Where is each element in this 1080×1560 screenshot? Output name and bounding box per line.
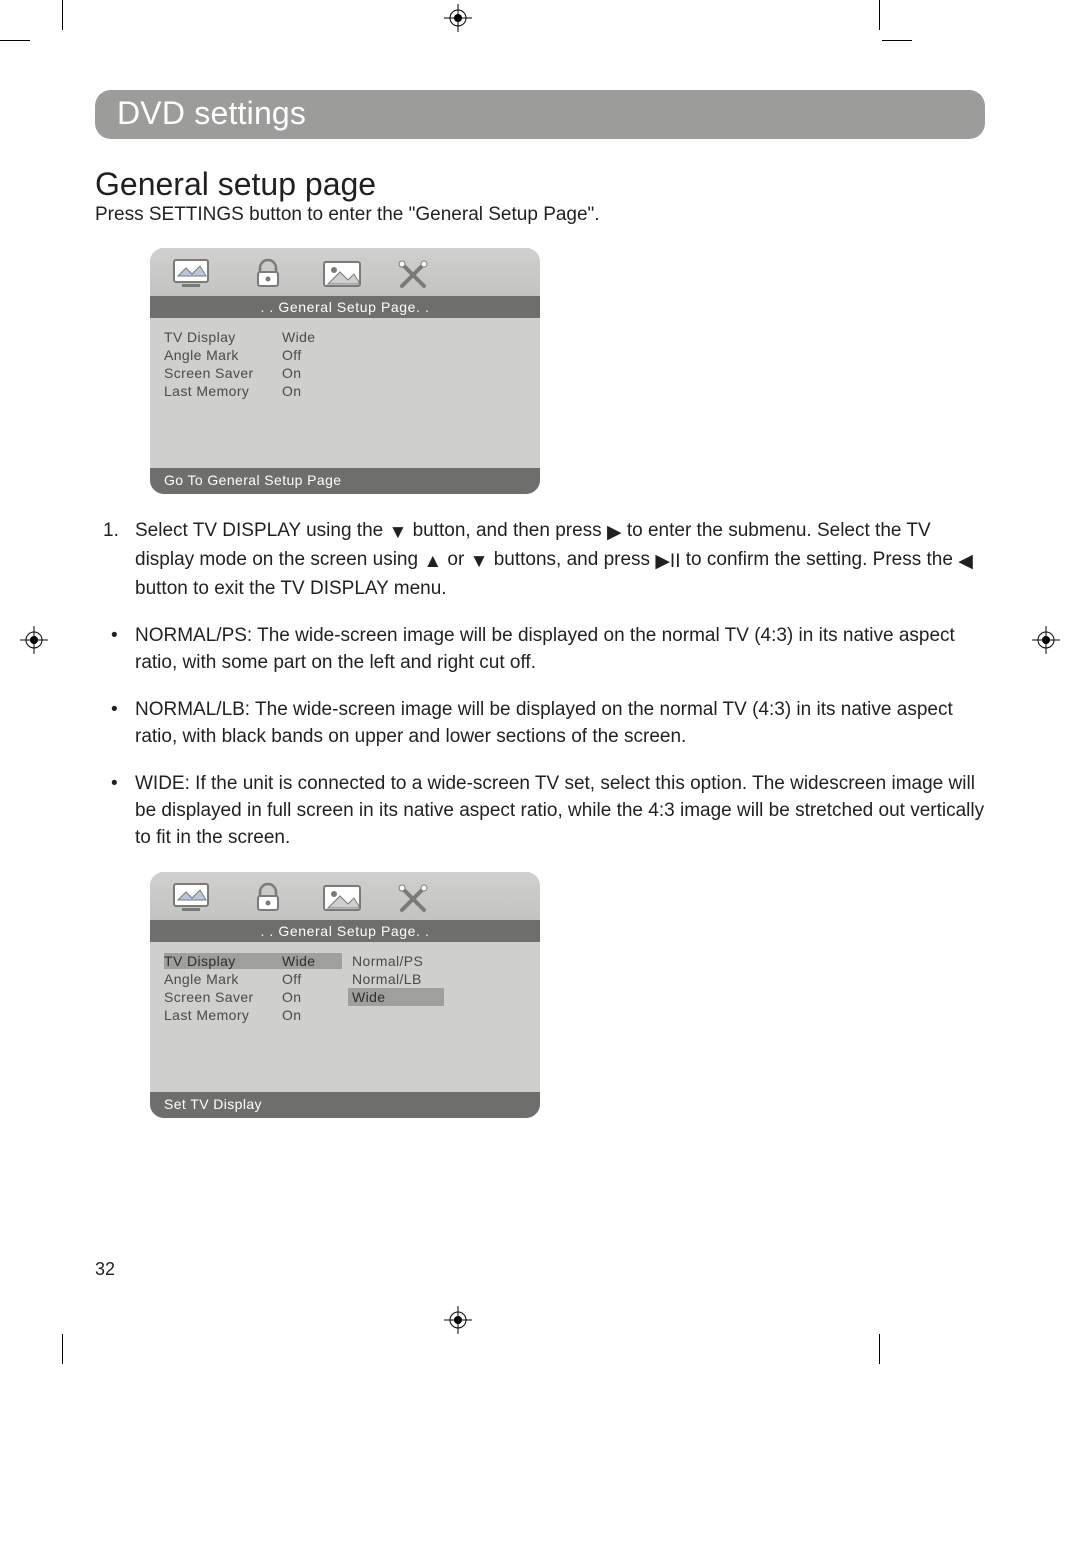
intro-text: Press SETTINGS button to enter the "Gene…: [95, 204, 985, 226]
registration-mark-right: [1032, 626, 1060, 654]
osd-option: Normal/LB: [348, 970, 444, 988]
bullet-list: • NORMAL/PS: The wide-screen image will …: [95, 623, 985, 852]
osd-row: TV DisplayWide: [164, 328, 526, 346]
registration-mark-top: [444, 4, 472, 32]
up-triangle-icon: ▲: [423, 549, 442, 576]
osd-tab-icons: [150, 872, 540, 920]
osd-option-selected: Wide: [348, 988, 444, 1006]
list-item: 1. Select TV DISPLAY using the ▼ button,…: [95, 518, 985, 603]
section-banner: DVD settings: [95, 90, 985, 139]
osd-row-selected: TV DisplayWide: [164, 952, 342, 970]
crop-mark: [879, 1334, 880, 1364]
subsection-title: General setup page: [95, 167, 985, 202]
left-triangle-icon: ◀: [958, 549, 973, 576]
bullet-text: NORMAL/LB: The wide-screen image will be…: [135, 697, 985, 751]
picture-icon: [320, 256, 364, 290]
bullet-item: • NORMAL/PS: The wide-screen image will …: [95, 623, 985, 677]
bullet-item: • NORMAL/LB: The wide-screen image will …: [95, 697, 985, 751]
tools-icon: [394, 880, 438, 914]
instruction-list: 1. Select TV DISPLAY using the ▼ button,…: [95, 518, 985, 603]
osd-title-bar: . . General Setup Page. .: [150, 920, 540, 942]
list-text: Select TV DISPLAY using the ▼ button, an…: [135, 518, 985, 603]
bullet-item: • WIDE: If the unit is connected to a wi…: [95, 771, 985, 852]
bullet-dot: •: [95, 697, 135, 751]
osd-footer: Set TV Display: [150, 1092, 540, 1118]
osd-row: Angle MarkOff: [164, 970, 342, 988]
lock-icon: [246, 256, 290, 290]
bullet-text: WIDE: If the unit is connected to a wide…: [135, 771, 985, 852]
list-number: 1.: [95, 518, 135, 603]
osd-row: Angle MarkOff: [164, 346, 526, 364]
osd-tab-icons: [150, 248, 540, 296]
osd-menu-screenshot: . . General Setup Page. . TV DisplayWide…: [150, 248, 540, 494]
right-triangle-icon: ▶: [607, 520, 622, 547]
osd-row: Screen SaverOn: [164, 988, 342, 1006]
osd-footer: Go To General Setup Page: [150, 468, 540, 494]
crop-mark: [62, 0, 63, 30]
osd-body: TV DisplayWide Angle MarkOff Screen Save…: [150, 942, 540, 1092]
down-triangle-icon: ▼: [470, 549, 489, 576]
bullet-dot: •: [95, 623, 135, 677]
osd-body: TV DisplayWide Angle MarkOff Screen Save…: [150, 318, 540, 468]
osd-row: Last MemoryOn: [164, 1006, 342, 1024]
crop-mark: [62, 1334, 63, 1364]
monitor-icon: [172, 880, 216, 914]
osd-row: Screen SaverOn: [164, 364, 526, 382]
down-triangle-icon: ▼: [388, 520, 407, 547]
tools-icon: [394, 256, 438, 290]
monitor-icon: [172, 256, 216, 290]
osd-title-bar: . . General Setup Page. .: [150, 296, 540, 318]
registration-mark-left: [20, 626, 48, 654]
picture-icon: [320, 880, 364, 914]
osd-submenu: Normal/PS Normal/LB Wide: [348, 952, 444, 1082]
registration-mark-bottom: [444, 1306, 472, 1334]
crop-mark: [0, 40, 30, 41]
crop-mark: [882, 40, 912, 41]
bullet-dot: •: [95, 771, 135, 852]
osd-row: Last MemoryOn: [164, 382, 526, 400]
page-number: 32: [95, 1259, 115, 1280]
osd-menu-screenshot: . . General Setup Page. . TV DisplayWide…: [150, 872, 540, 1118]
page-content: DVD settings General setup page Press SE…: [95, 90, 985, 1300]
play-pause-icon: ▶II: [655, 549, 680, 576]
crop-mark: [879, 0, 880, 30]
bullet-text: NORMAL/PS: The wide-screen image will be…: [135, 623, 985, 677]
lock-icon: [246, 880, 290, 914]
osd-option: Normal/PS: [348, 952, 444, 970]
